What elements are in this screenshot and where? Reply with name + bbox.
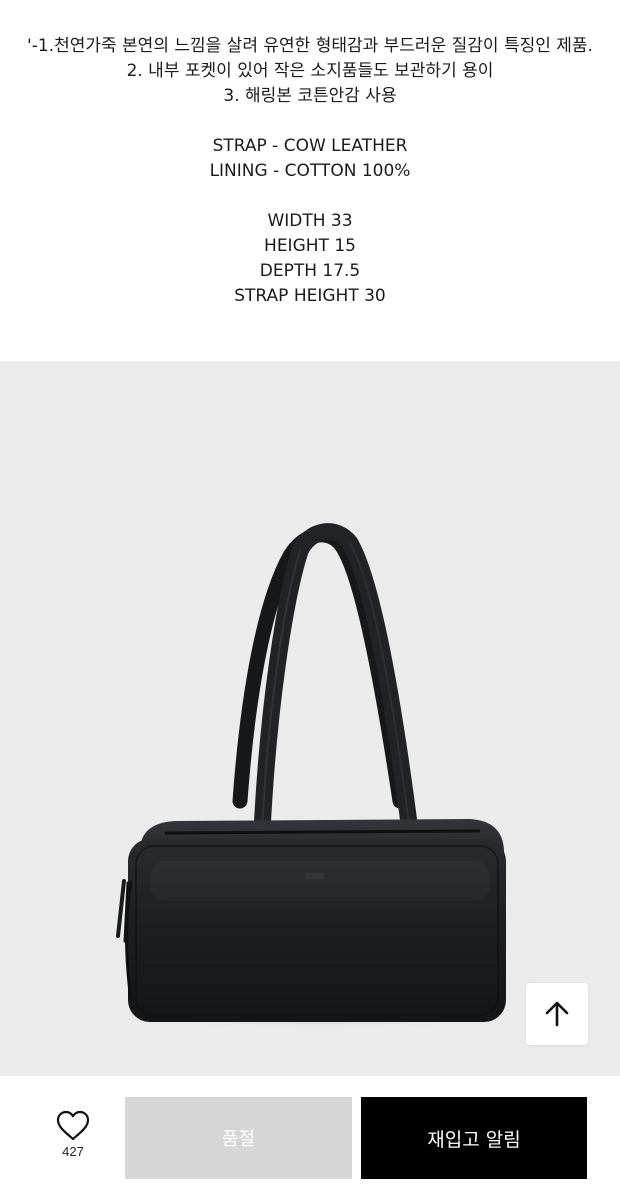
product-detail-page: '-1.천연가죽 본연의 느낌을 살려 유연한 형태감과 부드러운 질감이 특징… (0, 0, 620, 1200)
sold-out-button[interactable]: 품절 (125, 1097, 352, 1179)
dimension-width: WIDTH 33 (267, 211, 353, 231)
leather-shoulder-bag-image (110, 523, 530, 1030)
arrow-up-icon (545, 1001, 569, 1027)
dimension-strap-height: STRAP HEIGHT 30 (234, 286, 386, 306)
heart-icon (56, 1110, 90, 1141)
scroll-to-top-button[interactable] (526, 983, 588, 1045)
restock-alert-button[interactable]: 재입고 알림 (361, 1097, 587, 1179)
description-line: '-1.천연가죽 본연의 느낌을 살려 유연한 형태감과 부드러운 질감이 특징… (27, 36, 593, 56)
description-line: 3. 해링본 코튼안감 사용 (223, 86, 397, 106)
like-count: 427 (62, 1144, 84, 1159)
material-strap: STRAP - COW LEATHER (212, 136, 408, 156)
dimension-height: HEIGHT 15 (264, 236, 356, 256)
like-button[interactable]: 427 (42, 1110, 104, 1170)
product-description: '-1.천연가죽 본연의 느낌을 살려 유연한 형태감과 부드러운 질감이 특징… (0, 34, 620, 309)
product-photo (0, 361, 620, 1076)
material-lining: LINING - COTTON 100% (209, 161, 411, 181)
description-line: 2. 내부 포켓이 있어 작은 소지품들도 보관하기 용이 (126, 61, 494, 81)
dimension-depth: DEPTH 17.5 (259, 261, 361, 281)
